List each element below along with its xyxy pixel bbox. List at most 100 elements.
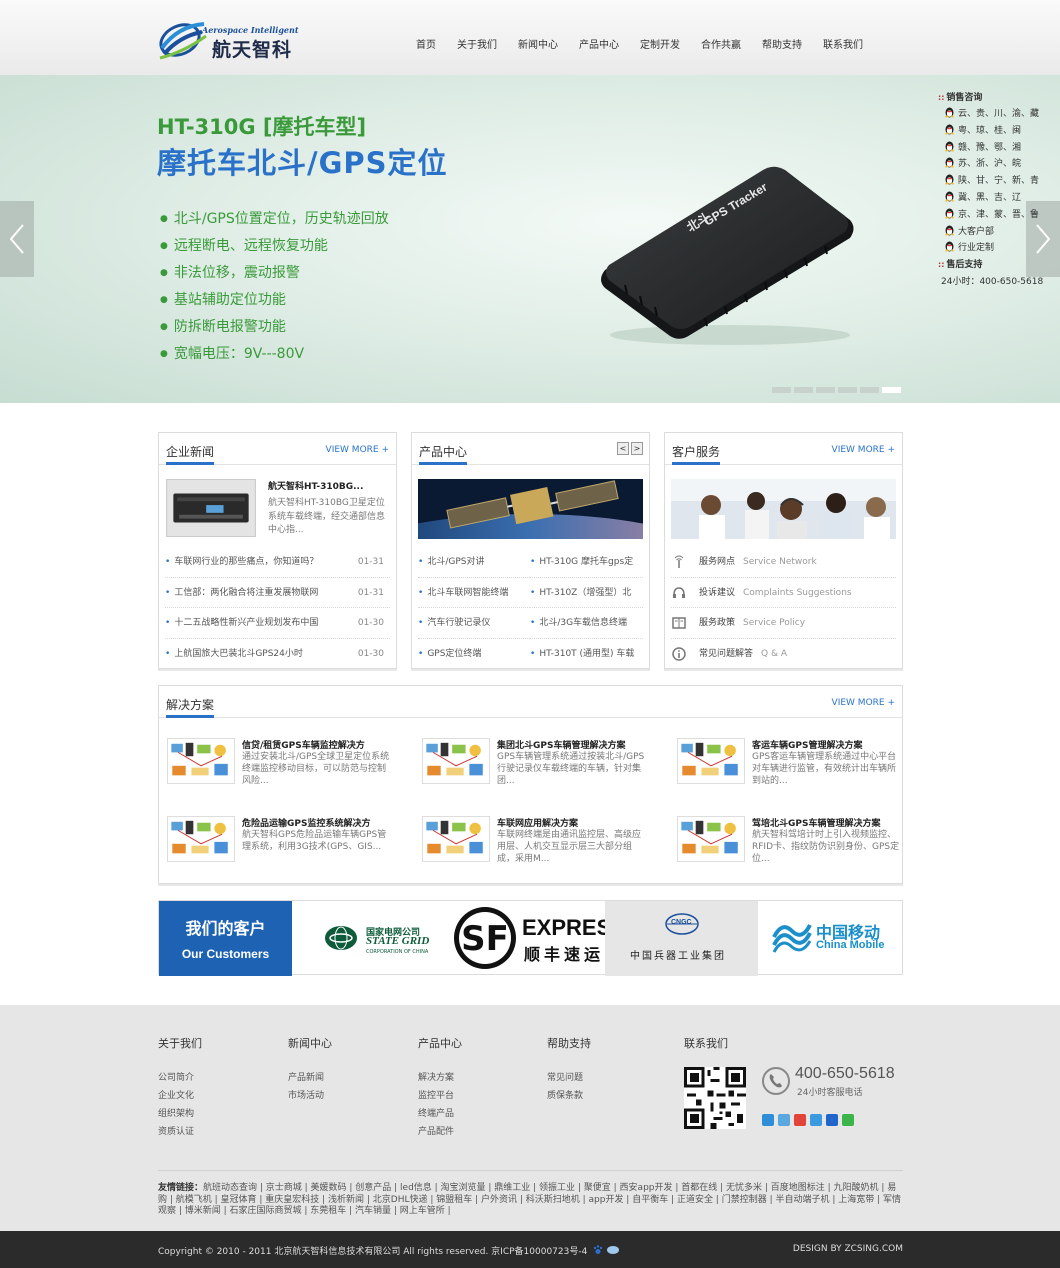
qq-consult-label[interactable]: 京、津、蒙、晋、鲁 [958, 210, 1039, 220]
product-link[interactable]: GPS定位终端 [418, 639, 530, 670]
qq-consult-label[interactable]: 陕、甘、宁、新、青 [958, 176, 1039, 186]
nav-news[interactable]: 新闻中心 [518, 36, 558, 52]
banner-dot-active[interactable] [882, 387, 901, 393]
news-list-item[interactable]: 十二五战略性新兴产业规划发布中国 01-30 [165, 608, 390, 639]
products-next-button[interactable]: > [631, 442, 643, 455]
footer-link[interactable]: 市场活动 [288, 1087, 408, 1105]
solution-title[interactable]: 危险品运输GPS监控系统解决方 [242, 816, 370, 829]
footer-link[interactable]: 产品新闻 [288, 1069, 408, 1087]
banner-dot[interactable] [838, 387, 857, 393]
footer-link[interactable]: 解决方案 [418, 1069, 538, 1087]
footer-link[interactable]: 组织架构 [158, 1105, 278, 1123]
product-link[interactable]: HT-310Z（增强型）北 [530, 578, 643, 608]
stategrid-logo[interactable]: 国家电网公司 STATE GRID CORPORATION OF CHINA [304, 901, 459, 976]
solution-item[interactable]: 危险品运输GPS监控系统解决方 航天智科GPS危险品运输车辆GPS管理系统，利用3… [167, 816, 402, 876]
nav-about[interactable]: 关于我们 [457, 36, 497, 52]
qq-consult-link[interactable]: 行业定制 [938, 240, 1060, 257]
product-link[interactable]: 北斗/3G车载信息终端 [530, 608, 643, 639]
solution-title[interactable]: 信贷/租赁GPS车辆监控解决方 [242, 738, 365, 751]
featured-news[interactable]: 航天智科HT-310BG... 航天智科HT-310BG卫星定位系统车载终端，经… [166, 479, 391, 543]
solution-title[interactable]: 驾培北斗GPS车辆管理解决方案 [752, 816, 880, 829]
qq-consult-link[interactable]: 大客户部 [938, 224, 1060, 241]
footer-link[interactable]: 产品配件 [418, 1123, 538, 1141]
qq-consult-label[interactable]: 大客户部 [958, 227, 994, 237]
share-weibo-icon[interactable] [794, 1114, 806, 1126]
service-network-link[interactable]: 服务网点 Service Network [671, 547, 896, 578]
footer-link[interactable]: 终端产品 [418, 1105, 538, 1123]
product-link[interactable]: 北斗/GPS对讲 [418, 547, 530, 578]
news-view-more-link[interactable]: VIEW MORE + [326, 445, 389, 455]
sf-express-logo[interactable]: SF EXPRESS 顺丰速运 [452, 901, 626, 976]
qq-consult-label[interactable]: 苏、浙、沪、皖 [958, 159, 1021, 169]
nav-contact[interactable]: 联系我们 [823, 36, 863, 52]
cngc-logo[interactable]: CNGC 中国兵器工业集团 [605, 901, 758, 976]
qq-consult-label[interactable]: 云、贵、川、渝、藏 [958, 109, 1039, 119]
nav-custom-dev[interactable]: 定制开发 [640, 36, 680, 52]
service-item-cn: 投诉建议 [699, 587, 736, 598]
globe-icon[interactable] [606, 1245, 620, 1255]
product-list: 北斗/GPS对讲 HT-310G 摩托车gps定 北斗车联网智能终端 HT-31… [418, 547, 643, 669]
footer-link[interactable]: 监控平台 [418, 1087, 538, 1105]
news-item-title[interactable]: 工信部：两化融合将注重发展物联网 [174, 588, 318, 598]
nav-products[interactable]: 产品中心 [579, 36, 619, 52]
qq-consult-label[interactable]: 赣、豫、鄂、湘 [958, 143, 1021, 153]
solution-item[interactable]: 信贷/租赁GPS车辆监控解决方 通过安装北斗/GPS全球卫星定位系统终端监控移动目… [167, 738, 402, 798]
qq-consult-link[interactable]: 陕、甘、宁、新、青 [938, 173, 1060, 190]
product-link[interactable]: 北斗车联网智能终端 [418, 578, 530, 608]
qq-consult-link[interactable]: 云、贵、川、渝、藏 [938, 106, 1060, 123]
banner-dot[interactable] [816, 387, 835, 393]
products-prev-button[interactable]: < [617, 442, 629, 455]
share-tqq-icon[interactable] [810, 1114, 822, 1126]
faq-link[interactable]: 常见问题解答 Q & A [671, 639, 896, 670]
nav-support[interactable]: 帮助支持 [762, 36, 802, 52]
featured-news-title[interactable]: 航天智科HT-310BG... [268, 479, 363, 492]
news-item-title[interactable]: 十二五战略性新兴产业规划发布中国 [174, 618, 318, 628]
share-wechat-icon[interactable] [842, 1114, 854, 1126]
news-list-item[interactable]: 车联网行业的那些痛点，你知道吗？ 01-31 [165, 547, 390, 578]
solutions-view-more-link[interactable]: VIEW MORE + [832, 698, 895, 708]
news-list-item[interactable]: 工信部：两化融合将注重发展物联网 01-31 [165, 578, 390, 608]
friend-links-list[interactable]: 航班动态查询 | 京士商城 | 美媛数码 | 创意产品 | led信息 | 淘宝… [158, 1183, 901, 1216]
qq-consult-label[interactable]: 行业定制 [958, 243, 994, 253]
nav-cooperation[interactable]: 合作共赢 [701, 36, 741, 52]
footer-link[interactable]: 常见问题 [547, 1069, 667, 1087]
news-item-title[interactable]: 车联网行业的那些痛点，你知道吗？ [174, 557, 318, 567]
share-qzone-icon[interactable] [778, 1114, 790, 1126]
product-link[interactable]: HT-310T (通用型) 车载 [530, 639, 643, 670]
service-policy-link[interactable]: 服务政策 Service Policy [671, 608, 896, 639]
qq-consult-link[interactable]: 冀、黑、吉、辽 [938, 190, 1060, 207]
share-renren-icon[interactable] [826, 1114, 838, 1126]
company-logo[interactable]: Aerospace Intelligent 航天智科 [158, 12, 303, 62]
product-link[interactable]: HT-310G 摩托车gps定 [530, 547, 643, 578]
qq-consult-label[interactable]: 粤、琼、桂、闽 [958, 126, 1021, 136]
solution-title[interactable]: 车联网应用解决方案 [497, 816, 578, 829]
footer-link[interactable]: 质保条款 [547, 1087, 667, 1105]
banner-dot[interactable] [794, 387, 813, 393]
qq-consult-label[interactable]: 冀、黑、吉、辽 [958, 193, 1021, 203]
banner-prev-button[interactable] [0, 201, 34, 277]
qq-consult-link[interactable]: 苏、浙、沪、皖 [938, 156, 1060, 173]
solution-item[interactable]: 客运车辆GPS管理解决方案 GPS客运车辆管理系统通过中心平台对车辆进行监管，有效… [677, 738, 912, 798]
qq-consult-link[interactable]: 京、津、蒙、晋、鲁 [938, 207, 1060, 224]
solution-title[interactable]: 集团北斗GPS车辆管理解决方案 [497, 738, 625, 751]
solution-item[interactable]: 车联网应用解决方案 车联网终端是由通讯监控层、高级应用层、人机交互显示层三大部分组… [422, 816, 657, 876]
china-mobile-logo[interactable]: 中国移动 China Mobile [758, 901, 903, 976]
qq-consult-link[interactable]: 赣、豫、鄂、湘 [938, 140, 1060, 157]
news-list-item[interactable]: 上航国旅大巴装北斗GPS24小时 01-30 [165, 639, 390, 670]
banner-dot[interactable] [860, 387, 879, 393]
service-view-more-link[interactable]: VIEW MORE + [832, 445, 895, 455]
solution-item[interactable]: 集团北斗GPS车辆管理解决方案 GPS车辆管理系统通过按装北斗/GPS行驶记录仪车… [422, 738, 657, 798]
footer-link[interactable]: 企业文化 [158, 1087, 278, 1105]
share-plus-icon[interactable] [762, 1114, 774, 1126]
complaints-link[interactable]: 投诉建议 Complaints Suggestions [671, 578, 896, 608]
product-link[interactable]: 汽车行驶记录仪 [418, 608, 530, 639]
qq-consult-link[interactable]: 粤、琼、桂、闽 [938, 123, 1060, 140]
paw-icon[interactable] [593, 1245, 603, 1255]
banner-dot[interactable] [772, 387, 791, 393]
solution-title[interactable]: 客运车辆GPS管理解决方案 [752, 738, 862, 751]
footer-link[interactable]: 资质认证 [158, 1123, 278, 1141]
footer-link[interactable]: 公司简介 [158, 1069, 278, 1087]
news-item-title[interactable]: 上航国旅大巴装北斗GPS24小时 [174, 649, 303, 659]
nav-home[interactable]: 首页 [416, 36, 436, 52]
solution-item[interactable]: 驾培北斗GPS车辆管理解决方案 航天智科驾培计时上引入视频监控、RFID卡、指纹防… [677, 816, 912, 876]
